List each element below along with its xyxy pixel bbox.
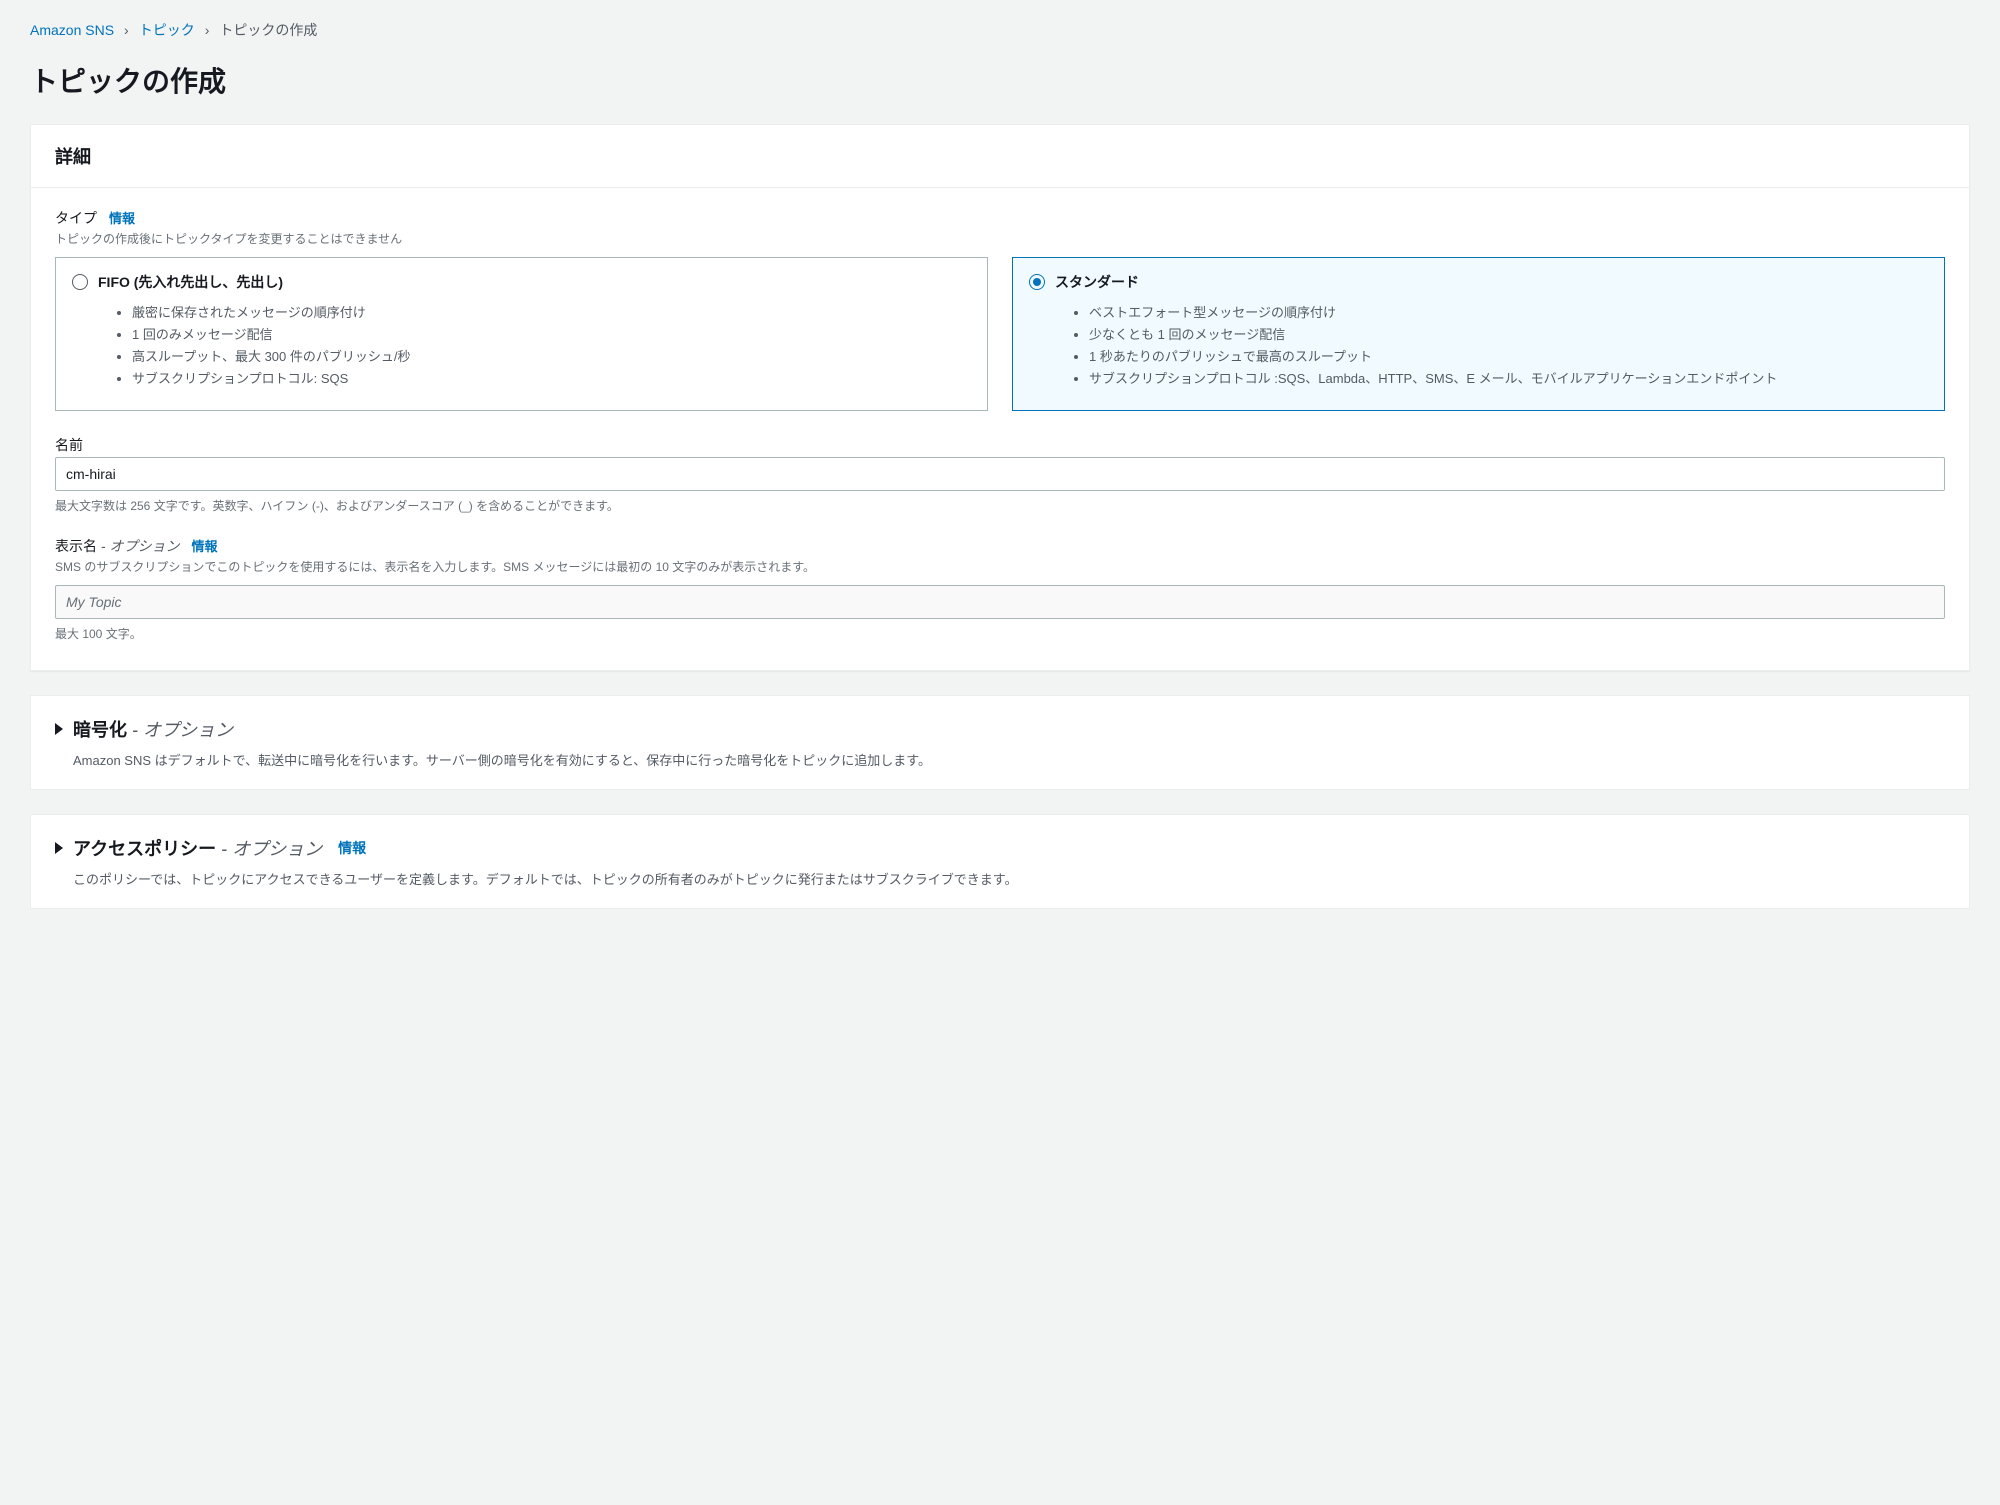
- type-label: タイプ: [55, 208, 97, 228]
- radio-icon: [1029, 274, 1045, 290]
- access-policy-optional: - オプション: [216, 839, 322, 859]
- name-label: 名前: [55, 435, 83, 455]
- display-name-help: 最大 100 文字。: [55, 625, 1945, 642]
- list-item: 1 秒あたりのパブリッシュで最高のスループット: [1089, 346, 1928, 368]
- details-panel: 詳細 タイプ 情報 トピックの作成後にトピックタイプを変更することはできません …: [30, 124, 1970, 671]
- type-tile-fifo[interactable]: FIFO (先入れ先出し、先出し) 厳密に保存されたメッセージの順序付け 1 回…: [55, 257, 988, 411]
- fifo-title: FIFO (先入れ先出し、先出し): [98, 272, 283, 292]
- access-policy-info-link[interactable]: 情報: [338, 838, 366, 858]
- encryption-panel: 暗号化 - オプション Amazon SNS はデフォルトで、転送中に暗号化を行…: [30, 695, 1970, 790]
- list-item: 1 回のみメッセージ配信: [132, 324, 971, 346]
- encryption-desc: Amazon SNS はデフォルトで、転送中に暗号化を行います。サーバー側の暗号…: [73, 750, 1945, 769]
- display-name-hint: SMS のサブスクリプションでこのトピックを使用するには、表示名を入力します。S…: [55, 558, 1945, 575]
- list-item: 少なくとも 1 回のメッセージ配信: [1089, 324, 1928, 346]
- access-policy-title: アクセスポリシー: [73, 839, 216, 859]
- display-name-input[interactable]: [55, 585, 1945, 619]
- encryption-toggle[interactable]: 暗号化 - オプション: [55, 716, 1945, 742]
- details-heading: 詳細: [55, 143, 1945, 169]
- access-policy-panel: アクセスポリシー - オプション 情報 このポリシーでは、トピックにアクセスでき…: [30, 814, 1970, 909]
- chevron-right-icon: ›: [124, 22, 129, 38]
- name-field: 名前 最大文字数は 256 文字です。英数字、ハイフン (-)、およびアンダース…: [55, 435, 1945, 514]
- list-item: ベストエフォート型メッセージの順序付け: [1089, 302, 1928, 324]
- type-tile-standard[interactable]: スタンダード ベストエフォート型メッセージの順序付け 少なくとも 1 回のメッセ…: [1012, 257, 1945, 411]
- breadcrumb-topics[interactable]: トピック: [139, 20, 195, 40]
- chevron-right-icon: ›: [205, 22, 210, 38]
- list-item: サブスクリプションプロトコル: SQS: [132, 368, 971, 390]
- breadcrumb-service[interactable]: Amazon SNS: [30, 22, 114, 38]
- encryption-optional: - オプション: [127, 720, 233, 740]
- list-item: サブスクリプションプロトコル :SQS、Lambda、HTTP、SMS、E メー…: [1089, 368, 1928, 390]
- page-title: トピックの作成: [30, 60, 1970, 100]
- fifo-bullets: 厳密に保存されたメッセージの順序付け 1 回のみメッセージ配信 高スループット、…: [72, 302, 971, 390]
- breadcrumb: Amazon SNS › トピック › トピックの作成: [30, 20, 1970, 40]
- display-name-info-link[interactable]: 情報: [191, 536, 217, 555]
- list-item: 厳密に保存されたメッセージの順序付け: [132, 302, 971, 324]
- radio-icon: [72, 274, 88, 290]
- display-name-label: 表示名 - オプション: [55, 536, 179, 556]
- caret-right-icon: [55, 842, 63, 854]
- standard-title: スタンダード: [1055, 272, 1139, 292]
- access-policy-toggle[interactable]: アクセスポリシー - オプション 情報: [55, 835, 1945, 861]
- encryption-title: 暗号化: [73, 720, 127, 740]
- caret-right-icon: [55, 723, 63, 735]
- access-policy-desc: このポリシーでは、トピックにアクセスできるユーザーを定義します。デフォルトでは、…: [73, 869, 1945, 888]
- type-hint: トピックの作成後にトピックタイプを変更することはできません: [55, 230, 1945, 247]
- display-name-field: 表示名 - オプション 情報 SMS のサブスクリプションでこのトピックを使用す…: [55, 536, 1945, 642]
- name-input[interactable]: [55, 457, 1945, 491]
- name-help: 最大文字数は 256 文字です。英数字、ハイフン (-)、およびアンダースコア …: [55, 497, 1945, 514]
- type-info-link[interactable]: 情報: [109, 208, 135, 227]
- breadcrumb-current: トピックの作成: [219, 20, 317, 40]
- standard-bullets: ベストエフォート型メッセージの順序付け 少なくとも 1 回のメッセージ配信 1 …: [1029, 302, 1928, 390]
- details-panel-header: 詳細: [31, 125, 1969, 188]
- list-item: 高スループット、最大 300 件のパブリッシュ/秒: [132, 346, 971, 368]
- type-field: タイプ 情報 トピックの作成後にトピックタイプを変更することはできません FIF…: [55, 208, 1945, 411]
